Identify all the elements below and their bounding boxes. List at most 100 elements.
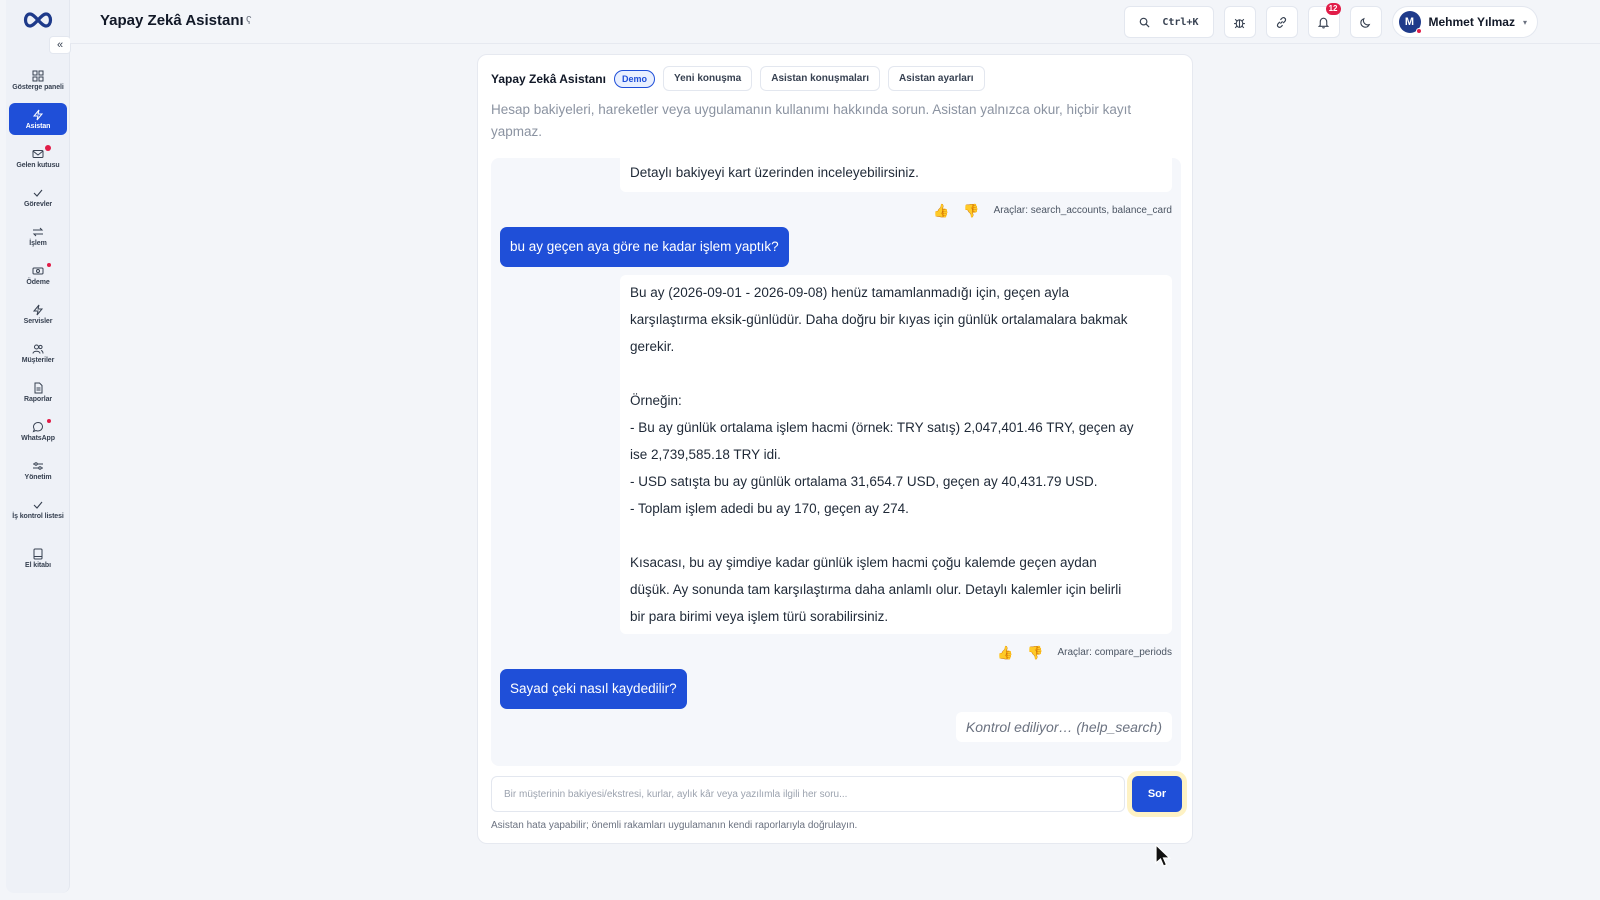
thumbs-up-icon[interactable]: 👍	[997, 646, 1013, 659]
user-name: Mehmet Yılmaz	[1428, 15, 1515, 29]
bug-report-button[interactable]	[1223, 6, 1256, 38]
sidebar-item-label: Servisler	[23, 317, 53, 325]
check-icon	[33, 189, 43, 197]
cash-icon	[32, 267, 44, 274]
unread-dot	[45, 145, 51, 151]
new-chat-button[interactable]: Yeni konuşma	[662, 66, 753, 91]
message-line: - USD satışta bu ay günlük ortalama 31,6…	[630, 474, 1098, 489]
chevron-down-icon: ▾	[1522, 17, 1527, 27]
sidebar-item-label: İş kontrol listesi	[12, 512, 64, 520]
message-line: gerekir.	[630, 339, 675, 354]
sidebar-collapse-button[interactable]: «	[49, 36, 71, 54]
global-search-button[interactable]: Ctrl+K	[1124, 6, 1214, 38]
moon-icon	[1360, 17, 1371, 28]
sidebar-item-customers[interactable]: Müşteriler	[9, 337, 67, 369]
sidebar-item-tasks[interactable]: Görevler	[9, 181, 67, 213]
collapse-chevron-icon: «	[56, 39, 64, 51]
thumbs-up-icon[interactable]: 👍	[933, 204, 949, 217]
bell-icon	[1317, 17, 1330, 28]
message-line: bir para birimi veya işlem türü sorabili…	[630, 609, 889, 624]
title-mark-icon: ʕ	[246, 15, 252, 27]
page-title: Yapay Zekâ Asistanı	[100, 12, 244, 29]
check-icon	[33, 501, 43, 509]
alert-dot	[47, 419, 51, 423]
sidebar-item-label: İşlem	[29, 239, 47, 247]
bolt-icon	[32, 304, 44, 315]
sidebar-item-services[interactable]: Servisler	[9, 298, 67, 330]
users-icon	[32, 344, 44, 354]
user-message: Sayad çeki nasıl kaydedilir?	[500, 669, 687, 709]
assistant-description: Hesap bakiyeleri, hareketler veya uygula…	[491, 102, 1132, 139]
message-line: Kısacası, bu ay şimdiye kadar günlük işl…	[630, 555, 1097, 570]
avatar-initial: M	[1404, 16, 1415, 28]
assistant-title: Yapay Zekâ Asistanı	[491, 71, 606, 86]
swap-icon	[32, 227, 44, 236]
sidebar-item-label: Gelen kutusu	[16, 161, 60, 169]
sidebar-item-whatsapp[interactable]: WhatsApp	[9, 415, 67, 447]
notifications-button[interactable]: 12	[1307, 3, 1341, 38]
thumbs-down-icon[interactable]: 👎	[963, 204, 979, 217]
message-line: düşük. Ay sonunda tam karşılaştırma daha…	[630, 582, 1122, 597]
bug-icon	[1234, 18, 1245, 28]
demo-badge: Demo	[613, 69, 655, 88]
book-icon	[33, 548, 43, 559]
message-line: karşılaştırma eksik-günlüdür. Daha doğru…	[630, 312, 1128, 327]
sidebar-item-checklist[interactable]: İş kontrol listesi	[9, 493, 67, 525]
chat-icon	[32, 421, 44, 432]
conversations-button[interactable]: Asistan konuşmaları	[760, 66, 881, 91]
nav-divider	[6, 532, 70, 542]
sidebar: « Gösterge paneli Asistan Gelen kutusu G…	[6, 0, 71, 893]
message-line: - Bu ay günlük ortalama işlem hacmi (örn…	[630, 420, 1134, 435]
assistant-message: Bu ay (2026-09-01 - 2026-09-08) henüz ta…	[620, 275, 1172, 634]
sidebar-item-label: Asistan	[25, 122, 51, 130]
composer: Sor	[491, 776, 1182, 812]
alert-dot	[47, 263, 51, 267]
sidebar-item-label: Görevler	[24, 200, 52, 208]
sidebar-item-label: Ödeme	[26, 278, 50, 286]
top-actions: Ctrl+K 12 M Mehmet Yılmaz ▾	[1124, 3, 1538, 38]
theme-toggle-button[interactable]	[1349, 6, 1382, 38]
sidebar-item-label: WhatsApp	[21, 434, 55, 442]
user-menu-button[interactable]: M Mehmet Yılmaz ▾	[1391, 6, 1538, 38]
thumbs-down-icon[interactable]: 👎	[1027, 646, 1043, 659]
topbar: Yapay Zekâ Asistanı ʕ Ctrl+K 12 M Mehmet…	[70, 0, 1600, 44]
tools-used: Araçlar: compare_periods	[1057, 647, 1173, 658]
sidebar-item-label: Yönetim	[24, 473, 52, 481]
assistant-status: Kontrol ediliyor… (help_search)	[955, 712, 1172, 742]
link-icon	[1276, 16, 1287, 28]
sidebar-item-inbox[interactable]: Gelen kutusu	[9, 142, 67, 174]
message-line: - Toplam işlem adedi bu ay 170, geçen ay…	[630, 501, 909, 516]
link-button[interactable]	[1265, 6, 1298, 38]
sidebar-item-reports[interactable]: Raporlar	[9, 376, 67, 408]
assistant-disclaimer: Asistan hata yapabilir; önemli rakamları…	[491, 820, 858, 831]
notification-badge: 12	[1325, 3, 1341, 15]
mouse-cursor-icon	[1155, 844, 1171, 867]
message-line: ise 2,739,585.18 TRY idi.	[630, 447, 781, 462]
file-icon	[34, 382, 43, 393]
sidebar-item-label: El kitabı	[25, 561, 51, 569]
send-button[interactable]: Sor	[1132, 776, 1182, 812]
assistant-header: Yapay Zekâ Asistanı Demo Yeni konuşma As…	[491, 66, 985, 91]
infinity-logo-icon[interactable]	[21, 10, 55, 30]
assistant-settings-button[interactable]: Asistan ayarları	[888, 66, 985, 91]
mail-icon	[32, 149, 44, 158]
sidebar-item-label: Raporlar	[24, 395, 52, 403]
sidebar-item-transactions[interactable]: İşlem	[9, 220, 67, 252]
status-dot	[1415, 28, 1422, 34]
sidebar-item-assistant[interactable]: Asistan	[9, 103, 67, 135]
sidebar-item-dashboard[interactable]: Gösterge paneli	[9, 64, 67, 96]
chat-thread[interactable]: Detaylı bakiyeyi kart üzerinden inceleye…	[491, 158, 1181, 766]
sidebar-item-handbook[interactable]: El kitabı	[9, 542, 67, 574]
user-message: bu ay geçen aya göre ne kadar işlem yapt…	[500, 227, 789, 267]
chat-input[interactable]	[491, 776, 1125, 812]
message-feedback: 👍 👎 Araçlar: compare_periods	[997, 646, 1172, 659]
search-shortcut: Ctrl+K	[1162, 16, 1199, 28]
message-text: Detaylı bakiyeyi kart üzerinden inceleye…	[630, 165, 919, 180]
assistant-card: Yapay Zekâ Asistanı Demo Yeni konuşma As…	[477, 54, 1193, 867]
sidebar-nav: Gösterge paneli Asistan Gelen kutusu Gör…	[6, 64, 70, 581]
assistant-message: Detaylı bakiyeyi kart üzerinden inceleye…	[620, 158, 1172, 192]
message-line	[630, 360, 1162, 387]
sidebar-item-management[interactable]: Yönetim	[9, 454, 67, 486]
search-icon	[1140, 17, 1150, 28]
sidebar-item-payment[interactable]: Ödeme	[9, 259, 67, 291]
